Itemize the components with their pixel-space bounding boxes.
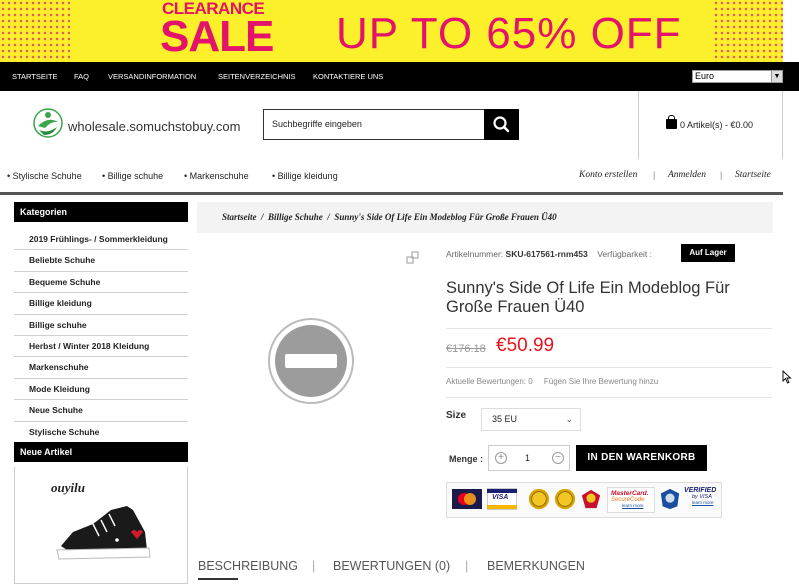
clearance-banner[interactable]: CLEARANCE SALE UP TO 65% OFF <box>0 0 783 62</box>
size-select[interactable]: 35 EU ⌄ <box>481 408 581 431</box>
new-item-card[interactable]: ouyilu <box>14 467 188 584</box>
chevron-down-icon: ⌄ <box>565 414 573 424</box>
currency-select[interactable]: Euro ▼ <box>692 70 783 83</box>
reviews-count: Aktuelle Bewertungen: 0 <box>446 377 533 386</box>
divider <box>0 192 783 195</box>
search-input[interactable]: Suchbegriffe eingeben <box>263 109 485 140</box>
new-items-heading: Neue Artikel <box>14 442 188 462</box>
cart-text: 0 Artikel(s) - €0.00 <box>680 120 754 130</box>
banner-decoration <box>713 0 783 62</box>
category-item[interactable]: Neue Schuhe <box>14 400 188 422</box>
cart-summary[interactable]: 0 Artikel(s) - €0.00 <box>638 91 783 159</box>
plus-icon[interactable]: + <box>495 452 507 464</box>
catnav-stylische-schuhe[interactable]: • Stylische Schuhe <box>7 171 82 181</box>
divider <box>446 367 772 368</box>
sneaker-image[interactable] <box>53 502 153 564</box>
banner-offer-text: UP TO 65% OFF <box>336 9 682 58</box>
mastercard-icon <box>452 489 482 509</box>
quality-seal-icon <box>554 488 576 510</box>
breadcrumb: Startseite / Billige Schuhe / Sunny's Si… <box>197 202 773 233</box>
quantity-stepper[interactable]: + 1 − <box>488 445 570 471</box>
category-item[interactable]: 2019 Frühlings- / Sommerkleidung <box>14 229 188 251</box>
top-navigation: STARTSEITE FAQ VERSANDINFORMATION SEITEN… <box>0 62 799 91</box>
catnav-billige-kleidung[interactable]: • Billige kleidung <box>272 171 338 181</box>
breadcrumb-separator: / <box>327 212 330 222</box>
size-value: 35 EU <box>492 414 518 424</box>
new-item-name[interactable]: ouyilu <box>51 480 85 496</box>
search-button[interactable] <box>484 109 519 140</box>
quantity-label: Menge : <box>449 454 484 464</box>
guarantee-seal-icon <box>528 488 550 510</box>
sku-line: Artikelnummer: SKU-617561-rnm453 Verfügb… <box>446 249 652 259</box>
catnav-billige-schuhe[interactable]: • Billige schuhe <box>102 171 163 181</box>
size-label: Size <box>446 410 467 421</box>
sku-label: Artikelnummer: <box>446 249 504 259</box>
currency-value: Euro <box>695 71 715 81</box>
active-tab-indicator <box>198 578 238 580</box>
breadcrumb-current: Sunny's Side Of Life Ein Modeblog Für Gr… <box>334 212 557 222</box>
minus-icon[interactable]: − <box>552 452 564 464</box>
current-price: €50.99 <box>496 335 555 356</box>
banner-sale-text: SALE <box>160 12 274 61</box>
award-badge-icon <box>581 489 601 509</box>
separator: | <box>720 170 723 180</box>
banner-decoration <box>0 0 70 62</box>
category-item[interactable]: Stylische Schuhe <box>14 422 188 443</box>
shopping-bag-icon <box>666 115 677 129</box>
dropdown-arrow-icon: ▼ <box>771 71 782 82</box>
product-tabs: BESCHREIBUNG | BEWERTUNGEN (0) | BEMERKU… <box>198 559 758 579</box>
category-item[interactable]: Mode Kleidung <box>14 379 188 401</box>
tab-reviews[interactable]: BEWERTUNGEN (0) <box>333 559 450 573</box>
topnav-sitemap[interactable]: SEITENVERZEICHNIS <box>218 72 296 81</box>
category-item[interactable]: Markenschuhe <box>14 357 188 379</box>
topnav-faq[interactable]: FAQ <box>74 72 89 81</box>
search-icon <box>493 116 510 133</box>
divider <box>446 397 772 398</box>
tab-comments[interactable]: BEMERKUNGEN <box>487 559 585 573</box>
separator: | <box>653 170 656 180</box>
divider <box>446 328 772 329</box>
visa-text: VISA <box>492 494 509 501</box>
category-item[interactable]: Billige schuhe <box>14 315 188 336</box>
site-header: wholesale.somuchstobuy.com Suchbegriffe … <box>0 91 783 159</box>
reviews-line: Aktuelle Bewertungen: 0 Fügen Sie Ihre B… <box>446 377 658 386</box>
quantity-value[interactable]: 1 <box>525 453 530 463</box>
breadcrumb-separator: / <box>261 212 264 222</box>
category-item[interactable]: Billige kleidung <box>14 293 188 315</box>
mouse-cursor-icon <box>782 370 792 384</box>
no-image-icon[interactable] <box>267 317 355 405</box>
login-link[interactable]: Anmelden <box>668 170 706 180</box>
payment-logos: VISA MasterCard. SecureCode. learn more … <box>446 482 722 518</box>
home-link[interactable]: Startseite <box>735 170 771 180</box>
verified-by-visa-icon: VERIFIED by VISA learn more <box>684 487 717 505</box>
category-item[interactable]: Herbst / Winter 2018 Kleidung <box>14 336 188 358</box>
sku-value: SKU-617561-rnm453 <box>505 249 588 259</box>
logo-text[interactable]: wholesale.somuchstobuy.com <box>68 119 240 134</box>
add-review-link[interactable]: Fügen Sie Ihre Bewertung hinzu <box>544 377 658 386</box>
category-navigation: • Stylische Schuhe • Billige schuhe • Ma… <box>0 159 783 192</box>
breadcrumb-home[interactable]: Startseite <box>222 212 257 222</box>
breadcrumb-category[interactable]: Billige Schuhe <box>268 212 323 222</box>
topnav-shipping[interactable]: VERSANDINFORMATION <box>108 72 196 81</box>
product-title: Sunny's Side Of Life Ein Modeblog Für Gr… <box>446 279 730 316</box>
category-list: 2019 Frühlings- / Sommerkleidung Beliebt… <box>14 229 188 443</box>
category-item[interactable]: Beliebte Schuhe <box>14 250 188 272</box>
availability-label: Verfügbarkeit : <box>597 249 653 259</box>
zoom-icon[interactable] <box>406 251 420 265</box>
create-account-link[interactable]: Konto erstellen <box>579 170 637 180</box>
mastercard-securecode-icon: MasterCard. SecureCode. learn more <box>607 487 655 513</box>
category-item[interactable]: Bequeme Schuhe <box>14 272 188 294</box>
stock-badge: Auf Lager <box>681 244 735 262</box>
topnav-contact[interactable]: KONTAKTIERE UNS <box>313 72 383 81</box>
tab-description[interactable]: BESCHREIBUNG <box>198 559 298 573</box>
tab-separator: | <box>465 559 469 573</box>
categories-heading: Kategorien <box>14 202 188 222</box>
catnav-markenschuhe[interactable]: • Markenschuhe <box>184 171 249 181</box>
logo-icon[interactable] <box>33 108 63 138</box>
add-to-cart-button[interactable]: IN DEN WARENKORB <box>576 445 707 471</box>
trust-shield-icon <box>660 488 680 510</box>
old-price: €176.18 <box>446 343 486 355</box>
tab-separator: | <box>312 559 316 573</box>
topnav-home[interactable]: STARTSEITE <box>12 72 58 81</box>
